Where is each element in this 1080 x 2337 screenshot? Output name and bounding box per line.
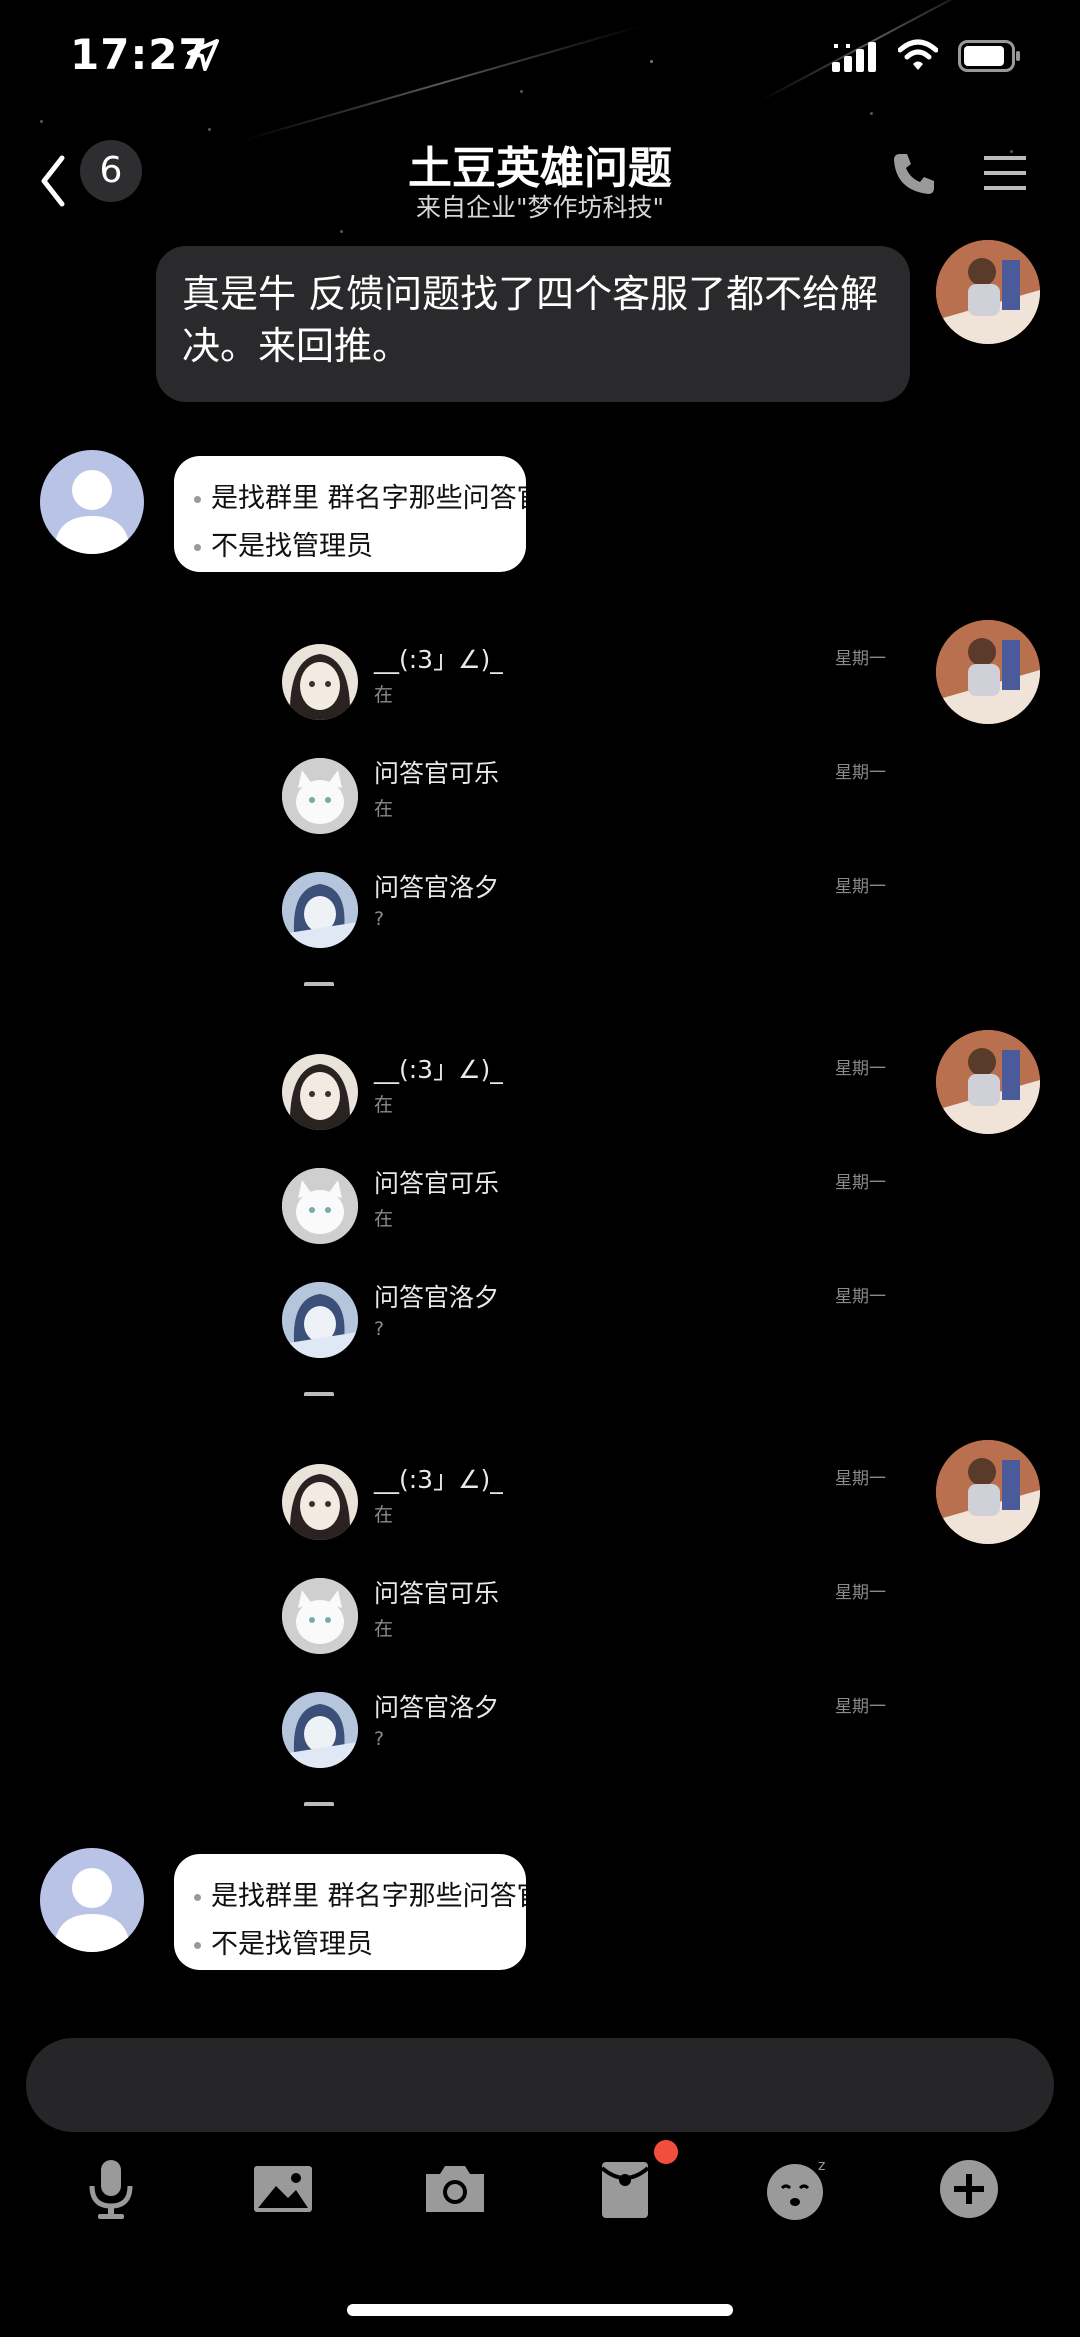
contact-name: 问答官可乐 bbox=[374, 1169, 500, 1198]
list-item: 问答官可乐 在 星期一 bbox=[268, 1158, 908, 1254]
contact-name: 问答官洛夕 bbox=[374, 1283, 500, 1312]
phone-icon[interactable] bbox=[890, 150, 938, 198]
contact-avatar-girl bbox=[282, 644, 358, 720]
cropped-avatar-edge bbox=[304, 1802, 334, 1806]
cropped-avatar-edge bbox=[304, 982, 334, 986]
message-preview: 在 bbox=[374, 1504, 394, 1526]
contact-avatar[interactable] bbox=[40, 450, 144, 554]
message-preview: 在 bbox=[374, 684, 394, 706]
bullet-text: 是找群里 群名字那些问答官 bbox=[211, 1881, 526, 1912]
cellular-signal-icon bbox=[832, 42, 876, 72]
contact-name: 问答官可乐 bbox=[374, 1579, 500, 1608]
list-item: 问答官洛夕 ? 星期一 bbox=[268, 1272, 908, 1368]
bullet-text: 是找群里 群名字那些问答官 bbox=[211, 483, 526, 514]
contact-avatar-girl bbox=[282, 1464, 358, 1540]
message-date: 星期一 bbox=[835, 1059, 886, 1079]
bullet-dot bbox=[194, 1942, 201, 1949]
contact-avatar-cat bbox=[282, 1578, 358, 1654]
red-packet-icon[interactable] bbox=[590, 2154, 660, 2224]
location-arrow-icon bbox=[187, 39, 219, 71]
user-avatar-image bbox=[936, 1030, 1040, 1134]
my-avatar[interactable] bbox=[936, 240, 1040, 344]
forwarded-chat-list-screenshot[interactable]: __(:3」∠)_ 在 星期一 问答官可乐 在 星期一 问答官洛夕 ? 星期一 bbox=[268, 1450, 908, 1806]
forwarded-chat-list-screenshot[interactable]: __(:3」∠)_ 在 星期一 问答官可乐 在 星期一 问答官洛夕 ? 星期一 bbox=[268, 630, 908, 986]
message-preview: 在 bbox=[374, 1208, 394, 1230]
contact-avatar-anime bbox=[282, 1282, 358, 1358]
cropped-avatar-edge bbox=[304, 1392, 334, 1396]
contact-avatar-cat bbox=[282, 1168, 358, 1244]
svg-text:z: z bbox=[818, 2158, 825, 2174]
contact-name: 问答官洛夕 bbox=[374, 873, 500, 902]
list-item: 问答官洛夕 ? 星期一 bbox=[268, 1682, 908, 1778]
contact-name: 问答官可乐 bbox=[374, 759, 500, 788]
message-date: 星期一 bbox=[835, 877, 886, 897]
list-item: 问答官洛夕 ? 星期一 bbox=[268, 862, 908, 958]
default-user-icon bbox=[54, 470, 130, 554]
contact-avatar-cat bbox=[282, 758, 358, 834]
contact-name: __(:3」∠)_ bbox=[374, 1055, 503, 1084]
plus-icon[interactable] bbox=[934, 2154, 1004, 2224]
bullet-dot bbox=[194, 1894, 201, 1901]
list-item: __(:3」∠)_ 在 星期一 bbox=[268, 1454, 908, 1550]
user-avatar-image bbox=[936, 620, 1040, 724]
status-bar: 17:27 bbox=[0, 0, 1080, 110]
message-preview: 在 bbox=[374, 1618, 394, 1640]
bullet-text: 不是找管理员 bbox=[211, 1929, 373, 1960]
message-text: 真是牛 反馈问题找了四个客服了都不给解决。来回推。 bbox=[182, 272, 879, 368]
list-item: __(:3」∠)_ 在 星期一 bbox=[268, 634, 908, 730]
message-preview: 在 bbox=[374, 798, 394, 820]
bullet-dot bbox=[194, 496, 201, 503]
bullet-text: 不是找管理员 bbox=[211, 531, 373, 562]
image-icon[interactable] bbox=[248, 2154, 318, 2224]
message-date: 星期一 bbox=[835, 1697, 886, 1717]
contact-name: __(:3」∠)_ bbox=[374, 1465, 503, 1494]
message-preview: ? bbox=[374, 1318, 385, 1340]
default-user-icon bbox=[54, 1868, 130, 1952]
emoji-icon[interactable]: z bbox=[762, 2154, 832, 2224]
input-toolbar: z bbox=[0, 2140, 1080, 2250]
menu-icon[interactable] bbox=[984, 152, 1026, 194]
message-preview: ? bbox=[374, 908, 385, 930]
user-avatar-image bbox=[936, 240, 1040, 344]
message-input[interactable] bbox=[26, 2038, 1054, 2132]
home-indicator[interactable] bbox=[347, 2304, 733, 2316]
message-date: 星期一 bbox=[835, 1469, 886, 1489]
contact-name: 问答官洛夕 bbox=[374, 1693, 500, 1722]
chat-header: 土豆英雄问题 来自企业"梦作坊科技" bbox=[0, 110, 1080, 230]
message-date: 星期一 bbox=[835, 1173, 886, 1193]
contact-avatar-girl bbox=[282, 1054, 358, 1130]
contact-avatar-anime bbox=[282, 1692, 358, 1768]
message-date: 星期一 bbox=[835, 1583, 886, 1603]
message-preview: 在 bbox=[374, 1094, 394, 1116]
bullet-dot bbox=[194, 544, 201, 551]
message-date: 星期一 bbox=[835, 763, 886, 783]
message-date: 星期一 bbox=[835, 1287, 886, 1307]
outgoing-message-bubble[interactable]: 真是牛 反馈问题找了四个客服了都不给解决。来回推。 bbox=[156, 246, 910, 402]
camera-icon[interactable] bbox=[420, 2154, 490, 2224]
my-avatar[interactable] bbox=[936, 1440, 1040, 1544]
contact-avatar-anime bbox=[282, 872, 358, 948]
user-avatar-image bbox=[936, 1440, 1040, 1544]
battery-icon bbox=[958, 40, 1020, 72]
incoming-image-bubble[interactable]: 是找群里 群名字那些问答官 不是找管理员 bbox=[174, 1854, 526, 1970]
list-item: 问答官可乐 在 星期一 bbox=[268, 1568, 908, 1664]
message-date: 星期一 bbox=[835, 649, 886, 669]
my-avatar[interactable] bbox=[936, 620, 1040, 724]
microphone-icon[interactable] bbox=[76, 2154, 146, 2224]
contact-avatar[interactable] bbox=[40, 1848, 144, 1952]
wifi-icon bbox=[898, 39, 938, 70]
list-item: __(:3」∠)_ 在 星期一 bbox=[268, 1044, 908, 1140]
list-item: 问答官可乐 在 星期一 bbox=[268, 748, 908, 844]
notification-dot bbox=[654, 2140, 678, 2164]
my-avatar[interactable] bbox=[936, 1030, 1040, 1134]
contact-name: __(:3」∠)_ bbox=[374, 645, 503, 674]
incoming-image-bubble[interactable]: 是找群里 群名字那些问答官 不是找管理员 bbox=[174, 456, 526, 572]
forwarded-chat-list-screenshot[interactable]: __(:3」∠)_ 在 星期一 问答官可乐 在 星期一 问答官洛夕 ? 星期一 bbox=[268, 1040, 908, 1396]
unread-count-badge: 6 bbox=[80, 140, 142, 202]
message-preview: ? bbox=[374, 1728, 385, 1750]
